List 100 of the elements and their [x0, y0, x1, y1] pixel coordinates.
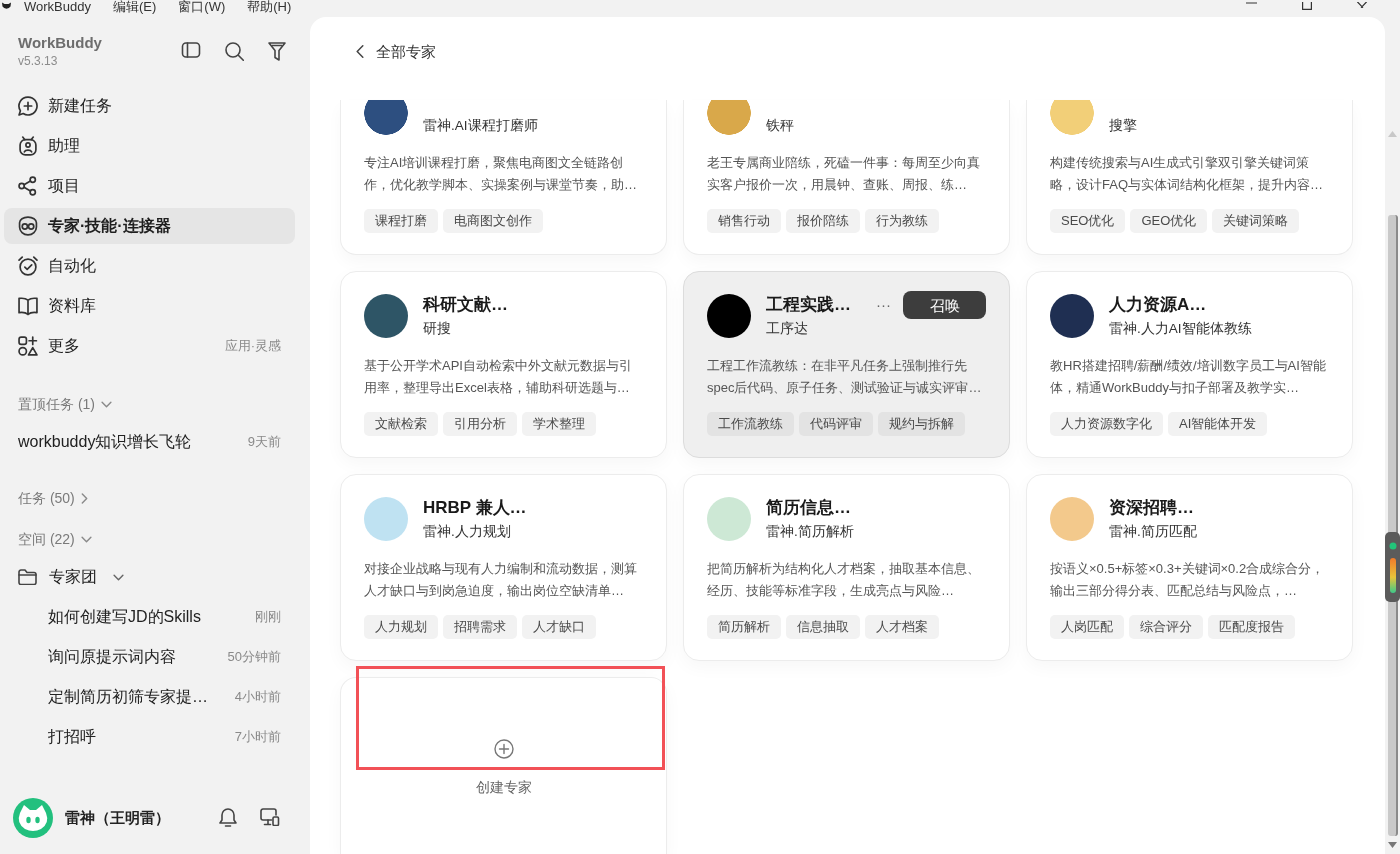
expert-description: 构建传统搜索与AI生成式引擎双引擎关键词策略，设计FAQ与实体词结构化框架，提升内容… [1050, 154, 1324, 194]
folder-icon [18, 569, 37, 585]
task-item[interactable]: 询问原提示词内容 50分钟前 [4, 639, 295, 675]
skill-tag: 关键词策略 [1212, 209, 1300, 233]
expert-description: 工程工作流教练：在非平凡任务上强制推行先spec后代码、原子任务、测试验证与诚实评审… [707, 357, 983, 397]
expert-card[interactable]: 资深招聘… 雷神.简历匹配 按语义×0.5+标签×0.3+关键词×0.2合成综合分，输出三部分得分表、匹配总结与风险点，… 人岗匹配 综合评分 匹配度报告 [1026, 474, 1353, 661]
folder-item[interactable]: 专家团 [4, 559, 295, 595]
alarm-clock-icon [18, 256, 38, 276]
menu-item[interactable]: WorkBuddy [24, 0, 91, 14]
expert-card[interactable]: 简历信息… 雷神.简历解析 把简历解析为结构化人才档案，抽取基本信息、经历、技能等标准字段，生成亮点与风险… 简历解析 信息抽取 人才档案 [683, 474, 1010, 661]
more-button[interactable]: ··· [874, 295, 893, 315]
skill-tag: 综合评分 [1129, 615, 1203, 639]
nav-hint: 应用·灵感 [224, 337, 281, 356]
skill-tag: 销售行动 [707, 209, 781, 233]
apps-plus-icon [18, 336, 38, 356]
nav-item[interactable]: 资料库 [4, 288, 295, 324]
expert-subtitle: 雷神.简历匹配 [1109, 523, 1198, 541]
skill-tag: 文献检索 [364, 412, 438, 436]
menu-item[interactable]: 编辑(E) [112, 0, 157, 14]
nav-item[interactable]: 新建任务 [4, 88, 295, 124]
filter-icon[interactable] [268, 41, 286, 61]
expert-card[interactable]: 搜擎 构建传统搜索与AI生成式引擎双引擎关键词策略，设计FAQ与实体词结构化框架，提升内容… SEO优化 GEO优化 关键词策略 [1026, 100, 1353, 255]
skill-tag: 信息抽取 [786, 615, 860, 639]
task-item[interactable]: 定制简历初筛专家提… 4小时前 [4, 679, 295, 715]
skill-tag: 人力资源数字化 [1050, 412, 1163, 436]
skill-tag: 引用分析 [443, 412, 517, 436]
expert-title: 工程实践… [766, 294, 852, 316]
skill-tag: 招聘需求 [443, 615, 517, 639]
skill-tag: 课程打磨 [364, 209, 438, 233]
expert-subtitle: 搜擎 [1109, 117, 1138, 135]
skill-tag: SEO优化 [1050, 209, 1126, 233]
skill-tag: 学术整理 [522, 412, 596, 436]
back-icon[interactable] [356, 45, 364, 58]
chat-plus-icon [18, 96, 38, 116]
expert-card[interactable]: 工程实践… 工序达 ··· 召唤 工程工作流教练：在非平凡任务上强制推行先spec后代码、原子任务、测试验证与诚实评审… 工作流教练 代码评审 规约与拆解 [683, 271, 1010, 458]
expert-title: 科研文献… [423, 294, 509, 316]
task-item[interactable]: 如何创建写JD的Skills 刚刚 [4, 599, 295, 635]
search-icon[interactable] [225, 41, 244, 61]
nodes-icon [18, 176, 38, 196]
bell-icon[interactable] [219, 808, 237, 828]
skill-tag: 工作流教练 [707, 412, 794, 436]
skill-tag: 简历解析 [707, 615, 781, 639]
task-item[interactable]: 打招呼 7小时前 [4, 719, 295, 755]
book-icon [18, 296, 38, 316]
skill-tag: 报价陪练 [786, 209, 860, 233]
robot-icon [18, 136, 38, 156]
close-icon[interactable] [1357, 2, 1367, 8]
expert-subtitle: 研搜 [423, 320, 452, 338]
page-title: 全部专家 [376, 42, 436, 62]
expert-description: 对接企业战略与现有人力编制和流动数据，测算人才缺口与到岗急迫度，输出岗位空缺清单… [364, 560, 638, 600]
monitor-phone-icon[interactable] [260, 808, 280, 826]
create-expert-card[interactable]: 创建专家 [340, 677, 667, 854]
expert-card[interactable]: 科研文献… 研搜 基于公开学术API自动检索中外文献元数据与引用率，整理导出Excel表格，辅助科研选题与… 文献检索 引用分析 学术整理 [340, 271, 667, 458]
app-name: WorkBuddy [18, 33, 102, 53]
skill-tag: 规约与拆解 [878, 412, 965, 436]
expert-description: 专注AI培训课程打磨，聚焦电商图文全链路创作，优化教学脚本、实操案例与课堂节奏，助… [364, 154, 638, 194]
mask-icon [18, 216, 38, 236]
skill-tag: 匹配度报告 [1208, 615, 1295, 639]
menu-item[interactable]: 帮助(H) [247, 0, 292, 14]
nav-item[interactable]: 项目 [4, 168, 295, 204]
expert-card[interactable]: HRBP 兼人… 雷神.人力规划 对接企业战略与现有人力编制和流动数据，测算人才缺口与到岗急迫度，输出岗位空缺清单… 人力规划 招聘需求 人才缺口 [340, 474, 667, 661]
floating-widget-icon[interactable] [1385, 532, 1400, 602]
skill-tag: 人力规划 [364, 615, 438, 639]
expert-description: 按语义×0.5+标签×0.3+关键词×0.2合成综合分，输出三部分得分表、匹配总结与风险点，… [1050, 560, 1326, 600]
skill-tag: GEO优化 [1130, 209, 1208, 233]
skill-tag: 人岗匹配 [1050, 615, 1124, 639]
expert-subtitle: 铁秤 [766, 117, 795, 135]
app-logo-icon[interactable] [1, 1, 12, 12]
expert-title: 人力资源A… [1109, 294, 1208, 316]
expert-card[interactable]: 铁秤 老王专属商业陪练，死磕一件事：每周至少向真实客户报价一次，用晨钟、查账、周报、练… 销售行动 报价陪练 行为教练 [683, 100, 1010, 255]
nav-item[interactable]: 专家·技能·连接器 [4, 208, 295, 244]
task-time: 4小时前 [233, 688, 281, 707]
section-header[interactable]: 任务 (50) [18, 487, 88, 509]
expert-title: 资深招聘… [1109, 497, 1195, 519]
nav-item[interactable]: 自动化 [4, 248, 295, 284]
section-header[interactable]: 置顶任务 (1) [18, 393, 112, 415]
expert-title: HRBP 兼人… [423, 497, 528, 519]
expert-subtitle: 雷神.AI课程打磨师 [423, 117, 539, 135]
maximize-icon[interactable] [1302, 2, 1312, 10]
sidebar-toggle-icon[interactable] [181, 41, 201, 58]
expert-card[interactable]: 人力资源A… 雷神.人力AI智能体教练 教HR搭建招聘/薪酬/绩效/培训数字员工与AI智能体，精通WorkBuddy与扣子部署及教学实… 人力资源数字化 AI智能体开发 [1026, 271, 1353, 458]
skill-tag: 代码评审 [799, 412, 873, 436]
expert-description: 教HR搭建招聘/薪酬/绩效/培训数字员工与AI智能体，精通WorkBuddy与扣子部署及教学实… [1050, 357, 1327, 397]
task-time: 50分钟前 [226, 648, 281, 667]
expert-subtitle: 工序达 [766, 320, 809, 338]
app-version: v5.3.13 [18, 53, 59, 69]
expert-subtitle: 雷神.人力AI智能体教练 [1109, 320, 1253, 338]
skill-tag: 行为教练 [865, 209, 939, 233]
expert-card[interactable]: 雷神.AI课程打磨师 专注AI培训课程打磨，聚焦电商图文全链路创作，优化教学脚本、实操案例与课堂节奏，助… 课程打磨 电商图文创作 [340, 100, 667, 255]
nav-item[interactable]: 更多 应用·灵感 [4, 328, 295, 364]
skill-tag: 人才缺口 [522, 615, 596, 639]
task-time: 7小时前 [233, 728, 281, 747]
summon-button[interactable]: 召唤 [903, 291, 986, 319]
menu-item[interactable]: 窗口(W) [178, 0, 226, 14]
task-item[interactable]: workbuddy知识增长飞轮 9天前 [4, 424, 295, 460]
user-name: 雷神（王明雷） [65, 807, 170, 828]
section-header[interactable]: 空间 (22) [18, 528, 92, 550]
down-arrow-icon[interactable] [1388, 842, 1397, 848]
task-time: 刚刚 [254, 608, 281, 627]
nav-item[interactable]: 助理 [4, 128, 295, 164]
